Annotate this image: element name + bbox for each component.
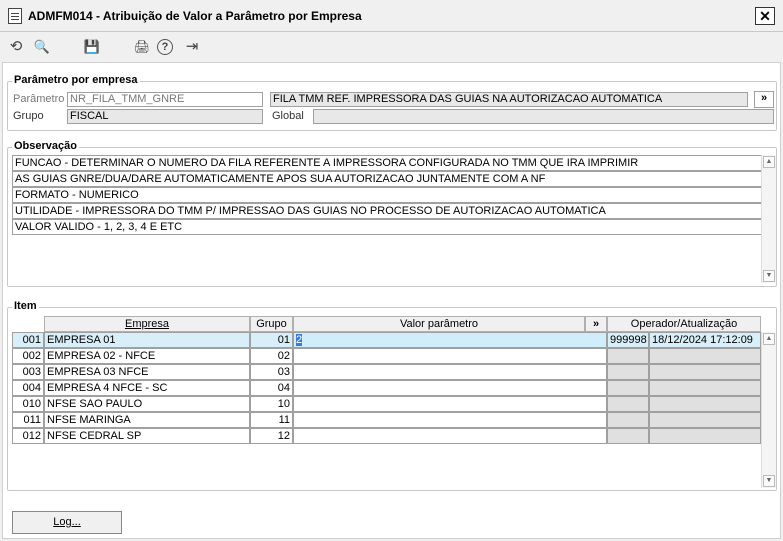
cell-operador <box>607 364 649 380</box>
valor-input[interactable] <box>293 396 607 412</box>
table-row[interactable]: 001 EMPRESA 01 01 2 999998 18/12/2024 17… <box>12 332 762 348</box>
parametro-group: Parâmetro por empresa Parâmetro NR_FILA_… <box>7 74 777 131</box>
parametro-field[interactable]: NR_FILA_TMM_GNRE <box>67 92 263 107</box>
cell-operador <box>607 396 649 412</box>
print-icon[interactable]: 🖨 <box>132 37 152 57</box>
header-valor[interactable]: Valor parâmetro <box>293 316 585 332</box>
grupo-field: FISCAL <box>67 109 263 124</box>
cell-empresa: NFSE MARINGA <box>44 412 250 428</box>
grupo-label: Grupo <box>13 110 44 122</box>
valor-input[interactable] <box>293 380 607 396</box>
cell-grupo: 10 <box>250 396 293 412</box>
cell-operador <box>607 348 649 364</box>
cell-grupo: 01 <box>250 332 293 348</box>
help-icon[interactable]: ? <box>157 39 173 55</box>
cell-operador <box>607 428 649 444</box>
obs-line: AS GUIAS GNRE/DUA/DARE AUTOMATICAMENTE A… <box>12 171 762 187</box>
descricao-field: FILA TMM REF. IMPRESSORA DAS GUIAS NA AU… <box>270 92 748 107</box>
cell-grupo: 03 <box>250 364 293 380</box>
valor-input[interactable] <box>293 364 607 380</box>
cell-operador <box>607 380 649 396</box>
observacao-scrollbar[interactable]: ▲ ▼ <box>761 155 776 283</box>
item-legend: Item <box>12 300 39 312</box>
table-row[interactable]: 003 EMPRESA 03 NFCE 03 <box>12 364 762 380</box>
cell-atualizacao <box>649 364 761 380</box>
search-icon[interactable]: 🔍 <box>32 37 52 57</box>
cell-cod: 010 <box>12 396 44 412</box>
cell-empresa: EMPRESA 01 <box>44 332 250 348</box>
cell-grupo: 12 <box>250 428 293 444</box>
parametro-label: Parâmetro <box>13 93 65 105</box>
log-button-label: Log... <box>53 516 81 528</box>
table-row[interactable]: 011 NFSE MARINGA 11 <box>12 412 762 428</box>
scroll-up-icon[interactable]: ▲ <box>763 333 775 345</box>
observacao-legend: Observação <box>12 140 79 152</box>
cell-cod: 003 <box>12 364 44 380</box>
save-icon[interactable]: 💾 <box>82 37 102 57</box>
undo-icon[interactable]: ⟲ <box>6 37 26 57</box>
cell-cod: 012 <box>12 428 44 444</box>
more-button[interactable]: » <box>754 91 774 108</box>
item-scrollbar[interactable]: ▲ ▼ <box>761 332 776 488</box>
global-field <box>313 109 774 124</box>
table-row[interactable]: 010 NFSE SAO PAULO 10 <box>12 396 762 412</box>
cell-cod: 011 <box>12 412 44 428</box>
scroll-down-icon[interactable]: ▼ <box>763 475 775 487</box>
cell-grupo: 11 <box>250 412 293 428</box>
valor-input[interactable] <box>293 428 607 444</box>
cell-atualizacao <box>649 348 761 364</box>
cell-operador: 999998 <box>607 332 649 348</box>
cell-empresa: EMPRESA 4 NFCE - SC <box>44 380 250 396</box>
cell-atualizacao <box>649 380 761 396</box>
table-row[interactable]: 004 EMPRESA 4 NFCE - SC 04 <box>12 380 762 396</box>
cell-operador <box>607 412 649 428</box>
parametro-legend: Parâmetro por empresa <box>12 74 140 86</box>
valor-text: 2 <box>296 334 303 346</box>
obs-line: FORMATO - NUMERICO <box>12 187 762 203</box>
cell-empresa: EMPRESA 02 - NFCE <box>44 348 250 364</box>
close-button[interactable]: ✕ <box>755 7 775 25</box>
cell-cod: 004 <box>12 380 44 396</box>
item-table-header: Empresa Grupo Valor parâmetro » Operador… <box>12 316 762 332</box>
scroll-down-icon[interactable]: ▼ <box>763 270 775 282</box>
obs-line: VALOR VALIDO - 1, 2, 3, 4 E ETC <box>12 219 762 235</box>
valor-input[interactable] <box>293 412 607 428</box>
cell-atualizacao <box>649 396 761 412</box>
observacao-group: Observação FUNCAO - DETERMINAR O NUMERO … <box>7 140 777 287</box>
cell-empresa: NFSE CEDRAL SP <box>44 428 250 444</box>
obs-line: FUNCAO - DETERMINAR O NUMERO DA FILA REF… <box>12 155 762 171</box>
cell-grupo: 04 <box>250 380 293 396</box>
title-bar: ADMFM014 - Atribuição de Valor a Parâmet… <box>0 0 783 32</box>
header-operador[interactable]: Operador/Atualização <box>607 316 761 332</box>
document-icon <box>8 8 22 24</box>
table-row[interactable]: 012 NFSE CEDRAL SP 12 <box>12 428 762 444</box>
cell-grupo: 02 <box>250 348 293 364</box>
cell-cod: 002 <box>12 348 44 364</box>
cell-empresa: NFSE SAO PAULO <box>44 396 250 412</box>
scroll-up-icon[interactable]: ▲ <box>763 156 775 168</box>
valor-input[interactable] <box>293 348 607 364</box>
valor-input[interactable]: 2 <box>293 332 607 348</box>
log-button[interactable]: Log... <box>12 511 122 534</box>
cell-empresa: EMPRESA 03 NFCE <box>44 364 250 380</box>
obs-line: UTILIDADE - IMPRESSORA DO TMM P/ IMPRESS… <box>12 203 762 219</box>
exit-icon[interactable]: ⇥ <box>182 37 202 57</box>
header-grupo[interactable]: Grupo <box>250 316 293 332</box>
item-group: Item Empresa Grupo Valor parâmetro » Ope… <box>7 300 777 491</box>
form-area: Parâmetro por empresa Parâmetro NR_FILA_… <box>2 62 781 539</box>
toolbar: ⟲ 🔍 💾 🖨 ? ⇥ <box>0 32 783 62</box>
header-empresa[interactable]: Empresa <box>44 316 250 332</box>
window-title: ADMFM014 - Atribuição de Valor a Parâmet… <box>28 9 362 23</box>
valor-more-button[interactable]: » <box>585 316 607 332</box>
table-row[interactable]: 002 EMPRESA 02 - NFCE 02 <box>12 348 762 364</box>
cell-atualizacao <box>649 412 761 428</box>
cell-cod: 001 <box>12 332 44 348</box>
global-label: Global <box>272 110 304 122</box>
cell-atualizacao: 18/12/2024 17:12:09 <box>649 332 761 348</box>
cell-atualizacao <box>649 428 761 444</box>
